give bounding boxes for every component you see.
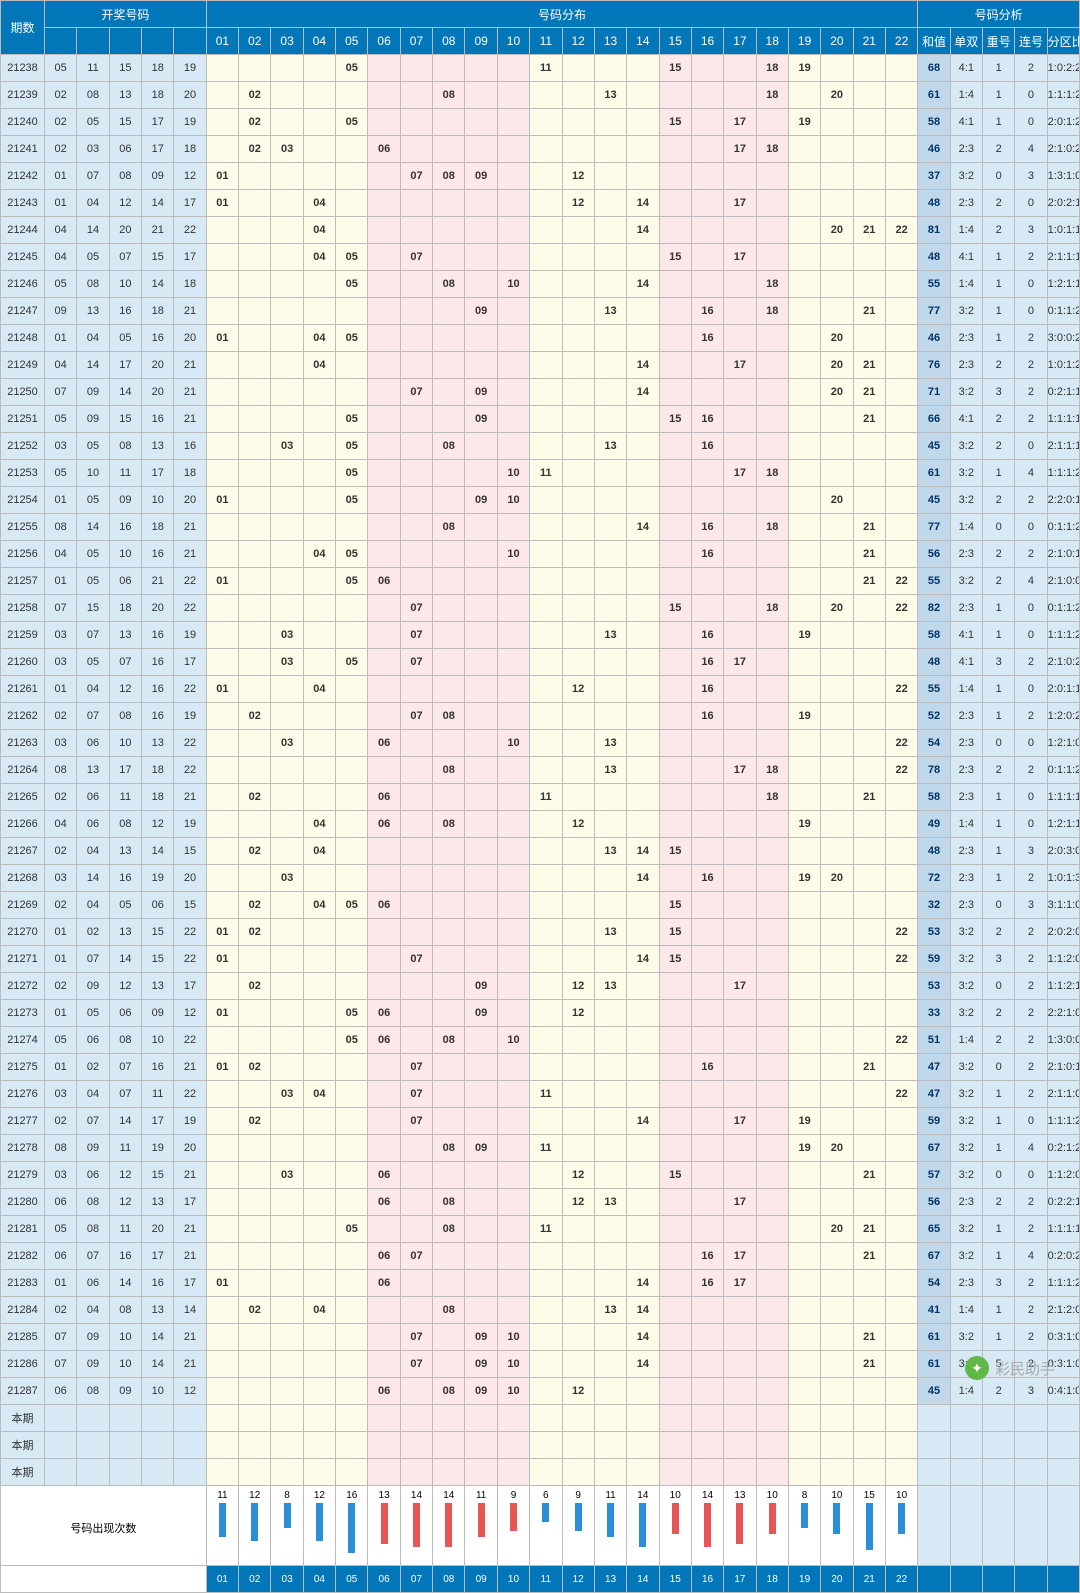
header-num-08: 08 [433,28,465,55]
header-num-04: 04 [303,28,335,55]
table-row: 2125401050910200105091020453:2222:2:0:1:… [1,487,1080,514]
header-num-19: 19 [788,28,820,55]
header-num-07: 07 [400,28,432,55]
table-row: 2128206071617210607161721673:2140:2:0:2:… [1,1243,1080,1270]
table-row: 2127501020716210102071621473:2022:1:0:1:… [1,1054,1080,1081]
table-row: 2123902081318200208131820611:4101:1:1:2:… [1,82,1080,109]
header-dist: 号码分布 [206,1,918,28]
count-row: 号码出现次数1112812161314141196911141014131081… [1,1486,1080,1566]
table-row: 2124709131618210913161821773:2100:1:1:2:… [1,298,1080,325]
table-row: 2124605081014180508101418551:4101:2:1:1:… [1,271,1080,298]
header-num-18: 18 [756,28,788,55]
table-row: 2128402040813140204081314411:4122:1:2:0:… [1,1297,1080,1324]
header-num-16: 16 [691,28,723,55]
header-num-14: 14 [627,28,659,55]
header-num-15: 15 [659,28,691,55]
header-ana: 号码分析 [918,1,1080,28]
table-row: 2125903071316190307131619584:1101:1:1:2:… [1,622,1080,649]
table-row: 2124801040516200104051620462:3123:0:0:2:… [1,325,1080,352]
table-row: 2127405060810220506081022511:4221:3:0:0:… [1,1027,1080,1054]
table-row: 2125807151820220715182022822:3100:1:1:2:… [1,595,1080,622]
header-num-22: 22 [885,28,917,55]
table-row: 2126408131718220813171822782:3220:1:1:2:… [1,757,1080,784]
table-row: 2124404142021220414202122811:4231:0:1:1:… [1,217,1080,244]
header-num-21: 21 [853,28,885,55]
header-num-17: 17 [724,28,756,55]
header-num-01: 01 [206,28,238,55]
wechat-icon: ✦ [965,1356,989,1380]
table-row: 2126303061013220306101322542:3001:2:1:0:… [1,730,1080,757]
table-row: 2127301050609120105060912333:2222:2:1:0:… [1,1000,1080,1027]
table-row: 2128706080910120608091012451:4230:4:1:0:… [1,1378,1080,1405]
table-row: 2125305101117180510111718613:2141:1:1:2:… [1,460,1080,487]
table-row: 2126604060812190406081219491:4101:2:1:1:… [1,811,1080,838]
table-row: 2125701050621220105062122553:2242:1:0:0:… [1,568,1080,595]
table-row: 2127903061215210306121521573:2001:1:2:0:… [1,1162,1080,1189]
header-num-11: 11 [530,28,562,55]
table-row: 2125105091516210509151621664:1221:1:1:1:… [1,406,1080,433]
table-row: 2127001021315220102131522533:2222:0:2:0:… [1,919,1080,946]
header-num-03: 03 [271,28,303,55]
table-row: 2128105081120210508112021653:2121:1:1:1:… [1,1216,1080,1243]
table-row: 2127702071417190207141719593:2101:1:1:2:… [1,1108,1080,1135]
table-row: 2125007091420210709142021713:2320:2:1:1:… [1,379,1080,406]
header-num-05: 05 [336,28,368,55]
header-draw: 开奖号码 [45,1,207,28]
table-row: 2127101071415220107141522593:2321:1:2:0:… [1,946,1080,973]
header-num-20: 20 [821,28,853,55]
table-row: 2126803141619200314161920722:3121:0:1:3:… [1,865,1080,892]
table-row: 2124904141720210414172021762:3221:0:1:2:… [1,352,1080,379]
table-row: 2126702041314150204131415482:3132:0:3:0:… [1,838,1080,865]
header-num-13: 13 [594,28,626,55]
header-num-09: 09 [465,28,497,55]
table-row: 2128006081213170608121317562:3220:2:2:1:… [1,1189,1080,1216]
table-row: 2126902040506150204050615322:3033:1:1:0:… [1,892,1080,919]
table-row: 2126101041216220104121622551:4102:0:1:1:… [1,676,1080,703]
table-row: 2125604051016210405101621562:3222:1:0:1:… [1,541,1080,568]
table-row: 2126003050716170305071617484:1322:1:0:2:… [1,649,1080,676]
header-num-10: 10 [497,28,529,55]
table-row: 2125508141618210814161821771:4000:1:1:2:… [1,514,1080,541]
watermark: ✦ 彩民助手 [965,1356,1055,1380]
current-row: 本期 [1,1459,1080,1486]
header-num-12: 12 [562,28,594,55]
table-row: 2128607091014210709101421613:2520:3:1:0:… [1,1351,1080,1378]
table-row: 2124504050715170405071517484:1122:1:1:1:… [1,244,1080,271]
table-row: 2128301061416170106141617542:3321:1:1:2:… [1,1270,1080,1297]
lottery-table: 期数 开奖号码 号码分布 号码分析 0102030405060708091011… [0,0,1080,1593]
table-row: 2127808091119200809111920673:2140:2:1:2:… [1,1135,1080,1162]
table-row: 2123805111518190511151819684:1121:0:2:2:… [1,55,1080,82]
header-num-06: 06 [368,28,400,55]
table-row: 2126202070816190207081619522:3121:2:0:2:… [1,703,1080,730]
table-row: 2124102030617180203061718462:3242:1:0:2:… [1,136,1080,163]
table-row: 2124002051517190205151719584:1102:0:1:2:… [1,109,1080,136]
current-row: 本期 [1,1405,1080,1432]
table-row: 2124201070809120107080912373:2031:3:1:0:… [1,163,1080,190]
table-row: 2125203050813160305081316453:2202:1:1:1:… [1,433,1080,460]
table-row: 2127603040711220304071122473:2122:1:1:0:… [1,1081,1080,1108]
table-row: 2124301041214170104121417482:3202:0:2:1:… [1,190,1080,217]
current-row: 本期 [1,1432,1080,1459]
table-row: 2126502061118210206111821582:3101:1:1:1:… [1,784,1080,811]
header-period: 期数 [1,1,45,55]
header-num-02: 02 [239,28,271,55]
table-row: 2128507091014210709101421613:2120:3:1:0:… [1,1324,1080,1351]
table-row: 2127202091213170209121317533:2021:1:2:1:… [1,973,1080,1000]
